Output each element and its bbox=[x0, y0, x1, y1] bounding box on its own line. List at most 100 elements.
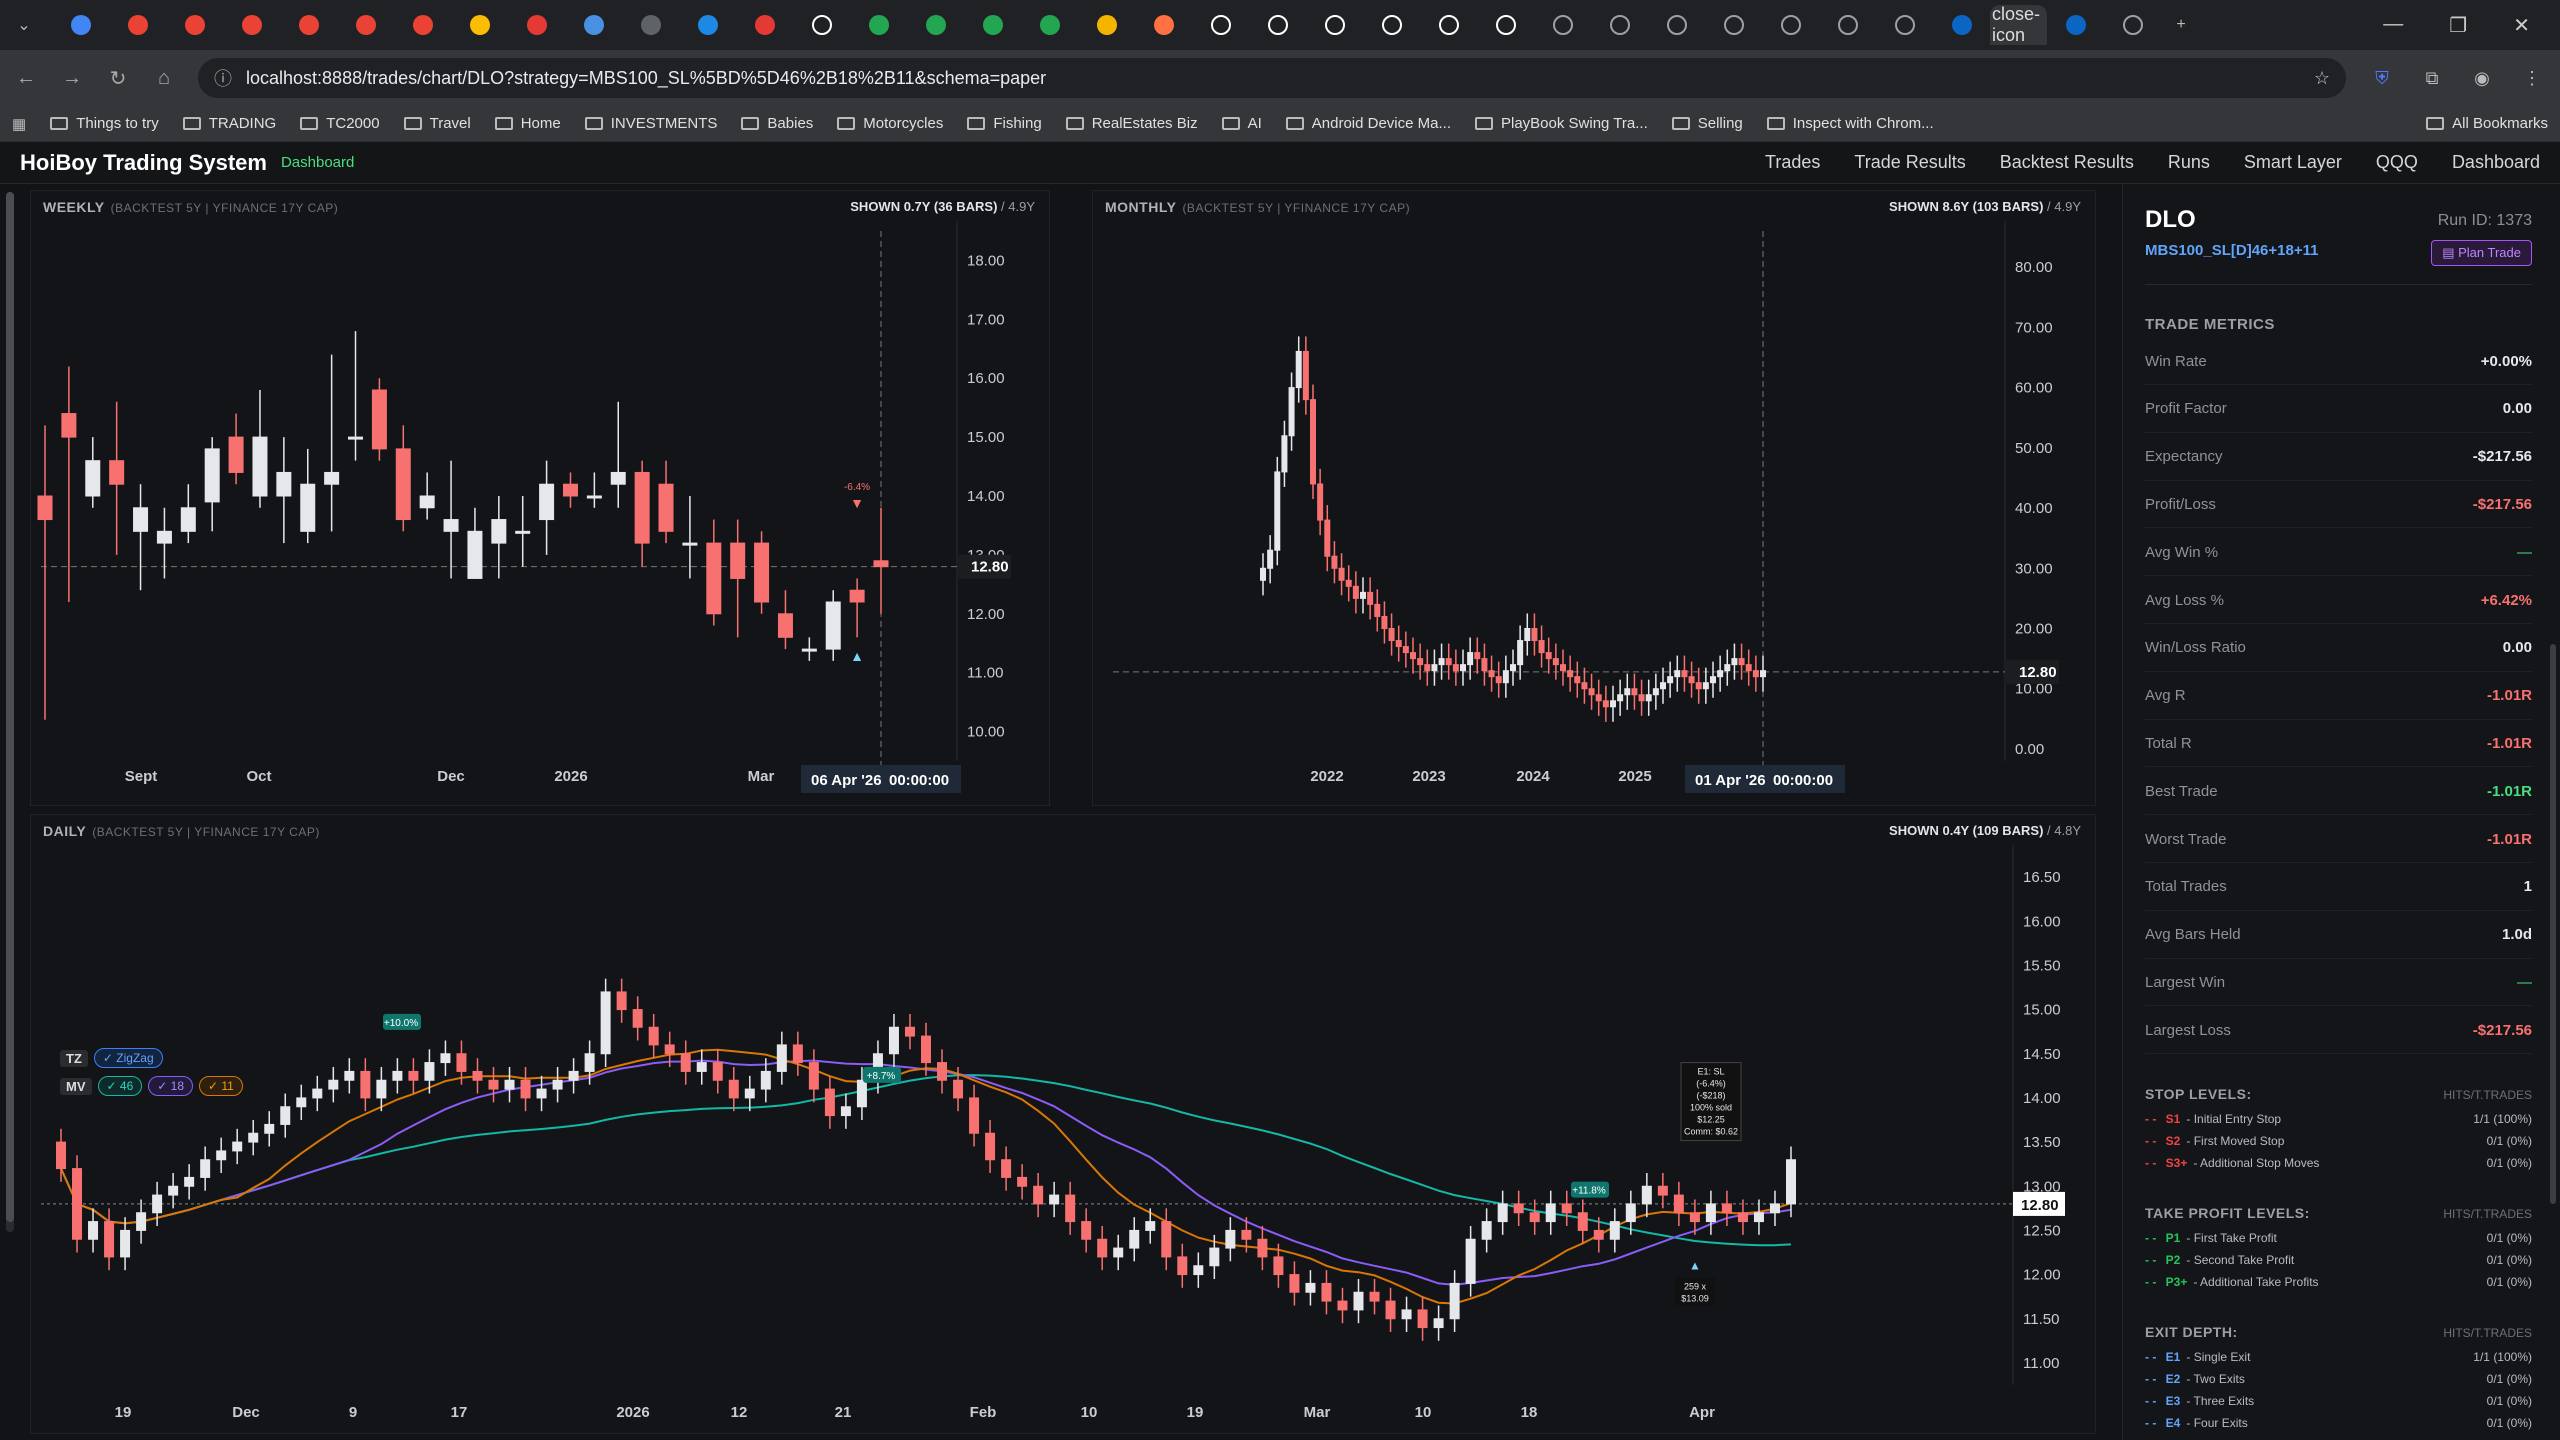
browser-tab[interactable] bbox=[1363, 5, 1420, 45]
bookmark-item[interactable]: Things to try bbox=[50, 115, 159, 132]
browser-tab[interactable] bbox=[964, 5, 1021, 45]
apps-grid-icon[interactable]: ▦ bbox=[12, 115, 26, 133]
browser-tab[interactable] bbox=[1534, 5, 1591, 45]
browser-tab[interactable] bbox=[1135, 5, 1192, 45]
site-info-icon[interactable]: ⓘ bbox=[214, 65, 232, 91]
weekly-candle-body bbox=[754, 542, 770, 603]
bookmark-item[interactable]: Inspect with Chrom... bbox=[1766, 115, 1934, 132]
page-scroll-thumb[interactable] bbox=[6, 192, 14, 1222]
daily-x-tick: Mar bbox=[1304, 1404, 1331, 1421]
browser-tab[interactable] bbox=[1876, 5, 1933, 45]
browser-tab[interactable] bbox=[1420, 5, 1477, 45]
browser-tab[interactable] bbox=[679, 5, 736, 45]
strategy-name[interactable]: MBS100_SL[D]46+18+11 bbox=[2145, 242, 2318, 259]
daily-chart[interactable]: 16.5016.0015.5015.0014.5014.0013.5013.00… bbox=[31, 815, 2097, 1435]
browser-tab[interactable] bbox=[2104, 5, 2161, 45]
page-scrollbar[interactable] bbox=[6, 192, 14, 1232]
weekly-chart[interactable]: 18.0017.0016.0015.0014.0013.0012.0011.00… bbox=[31, 191, 1051, 807]
browser-tab[interactable] bbox=[166, 5, 223, 45]
url-text[interactable]: localhost:8888/trades/chart/DLO?strategy… bbox=[246, 68, 2300, 89]
browser-tab[interactable]: close-icon bbox=[1990, 4, 2047, 46]
profile-avatar-icon[interactable]: ◉ bbox=[2468, 64, 2496, 92]
browser-tab[interactable] bbox=[1192, 5, 1249, 45]
bookmark-item[interactable]: INVESTMENTS bbox=[584, 115, 717, 132]
tab-search-button[interactable]: ⌄ bbox=[10, 11, 38, 39]
browser-tab[interactable] bbox=[1591, 5, 1648, 45]
ma-46-toggle[interactable]: ✓ 46 bbox=[97, 1076, 143, 1096]
browser-tab[interactable] bbox=[109, 5, 166, 45]
weekly-candle-body bbox=[204, 448, 220, 503]
browser-tab[interactable] bbox=[52, 5, 109, 45]
monthly-chart[interactable]: 80.0070.0060.0050.0040.0030.0020.0010.00… bbox=[1093, 191, 2097, 807]
daily-candle-body bbox=[840, 1106, 851, 1117]
menu-icon[interactable]: ⋮ bbox=[2518, 64, 2546, 92]
nav-link[interactable]: Trade Results bbox=[1854, 152, 1965, 173]
browser-tab[interactable] bbox=[223, 5, 280, 45]
browser-tab[interactable] bbox=[394, 5, 451, 45]
browser-tab[interactable] bbox=[907, 5, 964, 45]
all-bookmarks[interactable]: All Bookmarks bbox=[2426, 115, 2548, 132]
bookmark-item[interactable]: Travel bbox=[403, 115, 471, 132]
nav-link[interactable]: Smart Layer bbox=[2244, 152, 2342, 173]
nav-link[interactable]: Runs bbox=[2168, 152, 2210, 173]
browser-tab[interactable] bbox=[1705, 5, 1762, 45]
bookmark-item[interactable]: TC2000 bbox=[300, 115, 380, 132]
browser-tab[interactable] bbox=[280, 5, 337, 45]
bookmark-item[interactable]: Home bbox=[494, 115, 561, 132]
browser-tab[interactable] bbox=[1078, 5, 1135, 45]
new-tab-icon[interactable]: + bbox=[2167, 11, 2195, 39]
daily-x-tick: Apr bbox=[1689, 1404, 1715, 1421]
browser-tab[interactable] bbox=[736, 5, 793, 45]
bookmark-item[interactable]: Fishing bbox=[967, 115, 1042, 132]
forward-icon[interactable]: → bbox=[60, 67, 84, 90]
address-bar[interactable]: ⓘ localhost:8888/trades/chart/DLO?strate… bbox=[198, 58, 2346, 98]
close-icon[interactable]: close-icon bbox=[1992, 4, 2047, 46]
bookmark-item[interactable]: AI bbox=[1221, 115, 1262, 132]
restore-icon[interactable]: ❐ bbox=[2449, 13, 2467, 38]
weekly-candle-body bbox=[156, 530, 172, 544]
browser-tab[interactable] bbox=[1306, 5, 1363, 45]
browser-tab[interactable] bbox=[793, 5, 850, 45]
bookmark-item[interactable]: TRADING bbox=[182, 115, 276, 132]
sidebar-scrollbar[interactable] bbox=[2550, 644, 2556, 1204]
nav-link[interactable]: QQQ bbox=[2376, 152, 2418, 173]
browser-tab[interactable] bbox=[508, 5, 565, 45]
nav-link[interactable]: Dashboard bbox=[2452, 152, 2540, 173]
zigzag-toggle[interactable]: ✓ ZigZag bbox=[93, 1048, 163, 1068]
reload-icon[interactable]: ↻ bbox=[106, 66, 130, 91]
ma-11-toggle[interactable]: ✓ 11 bbox=[199, 1076, 243, 1096]
extensions-icon[interactable]: ⧉ bbox=[2418, 64, 2446, 92]
browser-tab[interactable] bbox=[1477, 5, 1534, 45]
browser-tab[interactable] bbox=[1021, 5, 1078, 45]
minimize-icon[interactable]: — bbox=[2383, 13, 2403, 38]
browser-tab[interactable] bbox=[2047, 5, 2104, 45]
browser-tab[interactable] bbox=[622, 5, 679, 45]
bookmark-item[interactable]: Babies bbox=[741, 115, 813, 132]
extension-shield-icon[interactable]: ⛨ bbox=[2368, 64, 2396, 92]
browser-tab[interactable] bbox=[850, 5, 907, 45]
browser-tab[interactable] bbox=[1933, 5, 1990, 45]
nav-link[interactable]: Backtest Results bbox=[2000, 152, 2134, 173]
browser-tab[interactable] bbox=[565, 5, 622, 45]
close-window-icon[interactable]: ✕ bbox=[2513, 13, 2530, 38]
browser-tab[interactable] bbox=[337, 5, 394, 45]
browser-tab[interactable] bbox=[1762, 5, 1819, 45]
bookmark-item[interactable]: Motorcycles bbox=[837, 115, 943, 132]
bookmark-item[interactable]: RealEstates Biz bbox=[1065, 115, 1198, 132]
browser-tab[interactable] bbox=[1819, 5, 1876, 45]
browser-tab[interactable] bbox=[1648, 5, 1705, 45]
monthly-candle-body bbox=[1760, 670, 1766, 678]
ma-18-toggle[interactable]: ✓ 18 bbox=[148, 1076, 193, 1096]
nav-link[interactable]: Trades bbox=[1765, 152, 1820, 173]
bookmark-item[interactable]: Android Device Ma... bbox=[1285, 115, 1451, 132]
browser-tab[interactable] bbox=[1249, 5, 1306, 45]
bookmark-star-icon[interactable]: ☆ bbox=[2314, 68, 2330, 89]
bookmark-item[interactable]: Selling bbox=[1671, 115, 1743, 132]
plan-trade-button[interactable]: ▤ Plan Trade bbox=[2431, 240, 2532, 266]
home-icon[interactable]: ⌂ bbox=[152, 67, 176, 90]
browser-tab[interactable] bbox=[451, 5, 508, 45]
daily-candle-body bbox=[728, 1079, 739, 1099]
dashboard-tag[interactable]: Dashboard bbox=[281, 154, 354, 171]
back-icon[interactable]: ← bbox=[14, 67, 38, 90]
bookmark-item[interactable]: PlayBook Swing Tra... bbox=[1475, 115, 1648, 132]
